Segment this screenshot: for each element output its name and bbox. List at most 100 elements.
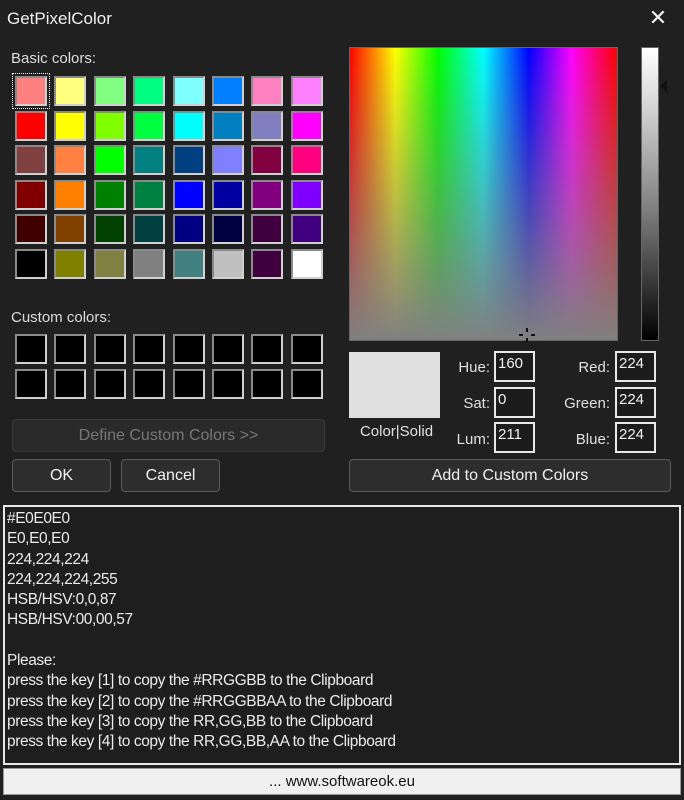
red-label: Red: (578, 359, 610, 376)
custom-color-swatch[interactable] (133, 368, 166, 399)
custom-color-swatch[interactable] (212, 368, 244, 399)
basic-color-swatch[interactable] (251, 248, 284, 279)
basic-color-swatch[interactable] (54, 76, 87, 106)
custom-color-swatch[interactable] (93, 334, 126, 364)
custom-colors-label: Custom colors: (11, 309, 112, 326)
basic-color-swatch[interactable] (172, 110, 205, 141)
color-info-text[interactable]: #E0E0E0 E0,E0,E0 224,224,224 224,224,224,25… (3, 505, 681, 765)
red-input[interactable]: 224 (615, 351, 656, 382)
custom-color-swatch[interactable] (93, 368, 126, 399)
basic-color-swatch[interactable] (172, 248, 205, 279)
basic-color-swatch[interactable] (172, 145, 205, 175)
basic-color-swatch[interactable] (15, 110, 47, 141)
custom-color-swatch[interactable] (172, 368, 205, 399)
info-line: E0,E0,E0 (7, 530, 70, 548)
info-line: #E0E0E0 (7, 510, 70, 527)
basic-color-swatch[interactable] (290, 110, 323, 141)
custom-color-swatch[interactable] (133, 334, 166, 364)
basic-color-swatch[interactable] (15, 145, 47, 175)
custom-color-swatch[interactable] (54, 368, 87, 399)
basic-color-swatch[interactable] (15, 179, 47, 210)
basic-color-swatch[interactable] (133, 110, 166, 141)
info-line: press the key [1] to copy the #RRGGBB to… (7, 672, 374, 690)
info-line: 224,224,224 (7, 550, 89, 568)
close-icon[interactable]: ✕ (646, 6, 670, 30)
basic-color-swatch[interactable] (54, 110, 87, 141)
green-input[interactable]: 224 (615, 387, 656, 418)
info-line: HSB/HSV:00,00,57 (7, 611, 133, 629)
lum-input[interactable]: 211 (494, 422, 535, 453)
custom-color-swatch[interactable] (251, 368, 284, 399)
basic-color-swatch[interactable] (172, 214, 205, 244)
basic-color-swatch[interactable] (290, 214, 323, 244)
basic-color-swatch[interactable] (93, 145, 126, 175)
basic-color-swatch[interactable] (212, 110, 244, 141)
custom-color-swatch[interactable] (172, 334, 205, 364)
basic-color-swatch[interactable] (93, 76, 126, 106)
basic-color-swatch[interactable] (290, 145, 323, 175)
basic-color-swatch[interactable] (54, 214, 87, 244)
luminance-arrow-icon[interactable] (660, 79, 667, 93)
basic-color-swatch[interactable] (54, 248, 87, 279)
cancel-button[interactable]: Cancel (121, 459, 220, 492)
crosshair-icon (519, 328, 535, 342)
basic-color-swatch[interactable] (133, 76, 166, 106)
basic-color-swatch[interactable] (15, 214, 47, 244)
blue-label: Blue: (575, 431, 610, 448)
basic-color-swatch[interactable] (212, 248, 244, 279)
sat-input[interactable]: 0 (494, 387, 535, 418)
basic-color-swatch[interactable] (172, 76, 205, 106)
basic-color-swatch[interactable] (93, 110, 126, 141)
add-to-custom-colors-button[interactable]: Add to Custom Colors (349, 459, 671, 492)
basic-color-swatch[interactable] (290, 76, 323, 106)
ok-button[interactable]: OK (12, 459, 111, 492)
info-line: press the key [3] to copy the RR,GG,BB t… (7, 712, 373, 730)
basic-color-swatch[interactable] (54, 179, 87, 210)
custom-color-swatch[interactable] (15, 334, 47, 364)
color-preview (349, 352, 440, 418)
basic-color-swatch[interactable] (133, 179, 166, 210)
sat-label: Sat: (463, 395, 490, 412)
website-link[interactable]: ... www.softwareok.eu (3, 768, 681, 795)
basic-color-swatch[interactable] (251, 179, 284, 210)
basic-color-swatch[interactable] (212, 179, 244, 210)
basic-color-swatch[interactable] (93, 179, 126, 210)
lum-label: Lum: (456, 431, 490, 448)
basic-color-swatch[interactable] (133, 214, 166, 244)
green-label: Green: (564, 395, 610, 412)
basic-color-swatch[interactable] (251, 76, 284, 106)
info-line: Please: (7, 652, 56, 670)
basic-color-swatch[interactable] (93, 214, 126, 244)
basic-color-swatch[interactable] (212, 145, 244, 175)
color-spectrum[interactable] (349, 47, 618, 341)
basic-color-swatch[interactable] (212, 214, 244, 244)
basic-color-swatch[interactable] (54, 145, 87, 175)
blue-input[interactable]: 224 (615, 422, 656, 453)
basic-color-swatch[interactable] (133, 248, 166, 279)
basic-color-swatch[interactable] (290, 248, 323, 279)
window-title: GetPixelColor (7, 9, 112, 28)
basic-color-swatch[interactable] (251, 214, 284, 244)
basic-color-swatch[interactable] (12, 73, 50, 109)
basic-color-swatch[interactable] (172, 179, 205, 210)
custom-color-swatch[interactable] (15, 368, 47, 399)
basic-color-swatch[interactable] (251, 110, 284, 141)
info-line: press the key [4] to copy the RR,GG,BB,A… (7, 733, 396, 751)
define-custom-colors-button[interactable]: Define Custom Colors >> (12, 419, 325, 452)
luminance-slider[interactable] (641, 47, 659, 341)
basic-color-swatch[interactable] (212, 76, 244, 106)
custom-color-swatch[interactable] (54, 334, 87, 364)
custom-color-swatch[interactable] (290, 368, 323, 399)
info-line (7, 631, 677, 651)
custom-color-swatch[interactable] (212, 334, 244, 364)
basic-color-swatch[interactable] (93, 248, 126, 279)
info-line: press the key [2] to copy the #RRGGBBAA … (7, 692, 393, 710)
basic-color-swatch[interactable] (15, 248, 47, 279)
basic-color-swatch[interactable] (133, 145, 166, 175)
basic-colors-label: Basic colors: (11, 50, 97, 67)
hue-input[interactable]: 160 (494, 351, 535, 382)
custom-color-swatch[interactable] (290, 334, 323, 364)
custom-color-swatch[interactable] (251, 334, 284, 364)
basic-color-swatch[interactable] (251, 145, 284, 175)
basic-color-swatch[interactable] (290, 179, 323, 210)
